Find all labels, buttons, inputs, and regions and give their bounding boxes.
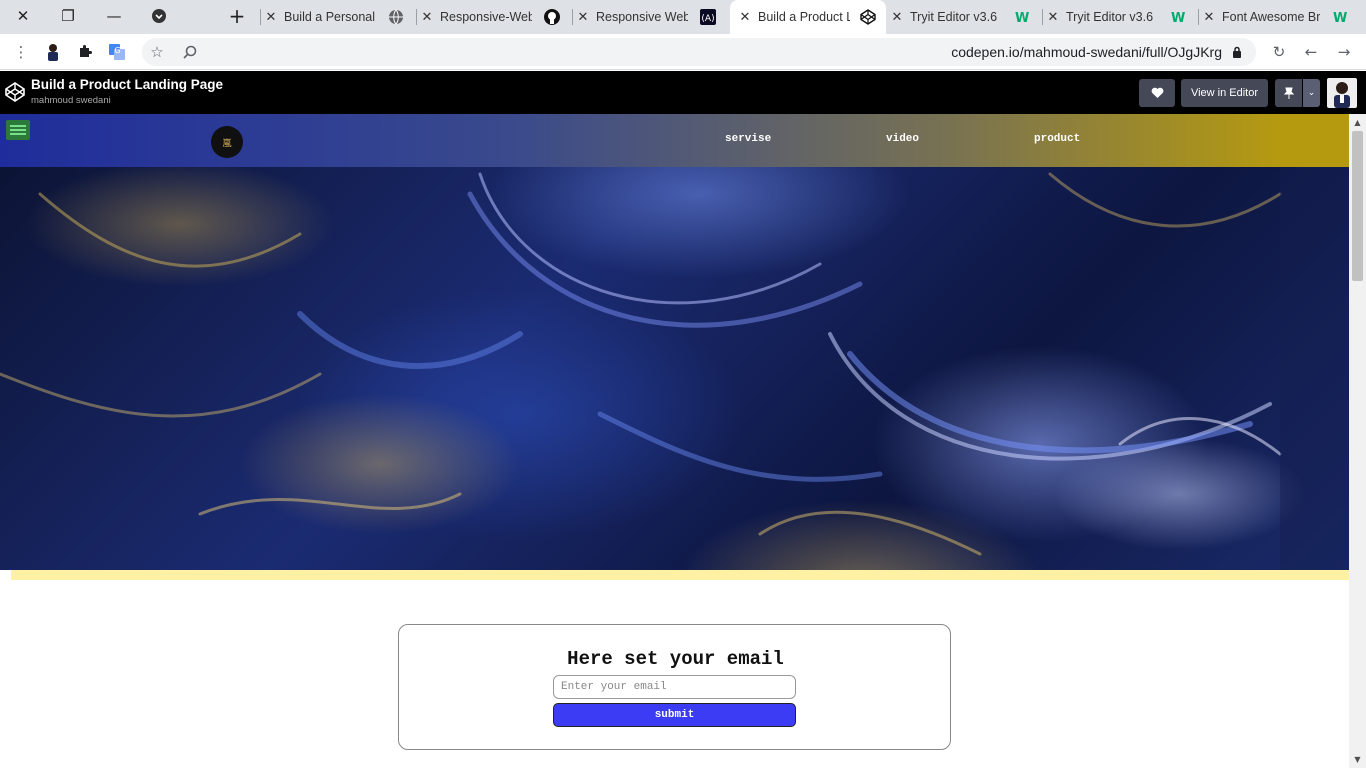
nav-link-servise[interactable]: servise	[725, 133, 771, 145]
svg-text:W: W	[1015, 11, 1029, 25]
email-heading: Here set your email	[567, 648, 784, 670]
close-window-icon[interactable]: ✕	[0, 0, 46, 32]
vertical-scrollbar[interactable]: ▲ ▼	[1349, 114, 1366, 768]
tab-search-icon[interactable]	[136, 0, 182, 32]
nav-link-product[interactable]: product	[1034, 133, 1080, 145]
user-avatar[interactable]	[1327, 78, 1357, 108]
email-input[interactable]	[553, 675, 796, 699]
restore-window-icon[interactable]: ❐	[45, 0, 91, 32]
close-tab-icon[interactable]: ✕	[736, 10, 754, 25]
scroll-up-icon[interactable]: ▲	[1349, 114, 1366, 131]
close-tab-icon[interactable]: ✕	[574, 10, 592, 25]
yellow-divider	[11, 570, 1349, 580]
hamburger-menu-icon[interactable]	[6, 120, 30, 140]
freecodecamp-icon: (A)	[700, 9, 716, 25]
github-icon	[544, 9, 560, 25]
email-form: Here set your email submit	[398, 624, 951, 750]
scroll-thumb[interactable]	[1352, 131, 1363, 281]
minimize-window-icon[interactable]: —	[91, 0, 137, 32]
bookmark-star-icon[interactable]: ☆	[146, 41, 168, 63]
nav-link-video[interactable]: video	[886, 133, 919, 145]
browser-menu-icon[interactable]: ⋮	[10, 41, 32, 63]
close-tab-icon[interactable]: ✕	[1200, 10, 1218, 25]
browser-toolbar: ⋮ G ☆ codepen.io/mahmoud-swedani/full/OJ…	[0, 34, 1366, 70]
tab-font-awesome[interactable]: ✕ Font Awesome Br W	[1200, 0, 1366, 34]
close-tab-icon[interactable]: ✕	[262, 10, 280, 25]
tab-product-landing-page[interactable]: ✕ Build a Product La	[730, 0, 886, 34]
codepen-header: Build a Product Landing Page mahmoud swe…	[0, 71, 1366, 114]
w3schools-icon: W	[1171, 11, 1185, 25]
codepen-icon	[860, 9, 876, 25]
scroll-down-icon[interactable]: ▼	[1349, 751, 1366, 768]
lock-icon[interactable]	[1226, 41, 1248, 63]
tab-tryit-editor-2[interactable]: ✕ Tryit Editor v3.6 W	[1044, 0, 1196, 34]
close-tab-icon[interactable]: ✕	[1044, 10, 1062, 25]
svg-text:G: G	[115, 46, 121, 55]
pin-button[interactable]	[1275, 79, 1302, 107]
chevron-down-icon: ⌄	[1307, 88, 1316, 98]
svg-text:W: W	[1333, 11, 1347, 25]
close-tab-icon[interactable]: ✕	[418, 10, 436, 25]
close-tab-icon[interactable]: ✕	[888, 10, 906, 25]
back-icon[interactable]: ←	[1300, 41, 1322, 63]
view-in-editor-button[interactable]: View in Editor	[1181, 79, 1268, 107]
pin-dropdown-button[interactable]: ⌄	[1303, 79, 1320, 107]
w3schools-icon: W	[1333, 11, 1347, 25]
pen-author[interactable]: mahmoud swedani	[31, 95, 111, 106]
w3schools-icon: W	[1015, 11, 1029, 25]
url-text: codepen.io/mahmoud-swedani/full/OJgJKrg	[951, 44, 1222, 60]
extensions-icon[interactable]	[74, 41, 96, 63]
tab-responsive-web-fcc[interactable]: ✕ Responsive Web D (A)	[574, 0, 726, 34]
globe-icon	[389, 9, 403, 25]
tab-tryit-editor-1[interactable]: ✕ Tryit Editor v3.6 W	[888, 0, 1040, 34]
new-tab-icon[interactable]: +	[214, 0, 260, 32]
brand-logo[interactable]: 嵐	[211, 126, 243, 158]
forward-icon[interactable]: →	[1333, 41, 1355, 63]
pen-title[interactable]: Build a Product Landing Page	[31, 77, 223, 92]
codepen-logo-icon[interactable]	[4, 81, 26, 103]
hero-image	[0, 114, 1349, 570]
profile-icon[interactable]	[42, 41, 64, 63]
tab-personal-portfolio[interactable]: ✕ Build a Personal P	[262, 0, 414, 34]
svg-text:W: W	[1171, 11, 1185, 25]
hero-edge-strip	[1280, 167, 1349, 570]
reload-icon[interactable]: ↻	[1268, 41, 1290, 63]
translate-icon[interactable]: G	[106, 41, 128, 63]
tab-responsive-web-github[interactable]: ✕ Responsive-Web-	[418, 0, 570, 34]
submit-button[interactable]: submit	[553, 703, 796, 727]
address-bar[interactable]: ☆ codepen.io/mahmoud-swedani/full/OJgJKr…	[142, 38, 1256, 66]
site-navbar: 嵐 servise video product	[0, 114, 1280, 167]
search-icon[interactable]	[179, 41, 201, 63]
hero-fractal-art	[0, 172, 1282, 556]
page-preview: 嵐 servise video product Here set your em…	[0, 114, 1349, 768]
heart-button[interactable]	[1139, 79, 1175, 107]
navbar-end	[1280, 114, 1349, 167]
browser-tab-strip: ✕ ❐ — + ✕ Build a Personal P ✕ Responsiv…	[0, 0, 1366, 34]
pin-icon	[1283, 87, 1294, 99]
heart-icon	[1151, 87, 1163, 98]
svg-text:(A): (A)	[701, 14, 714, 24]
